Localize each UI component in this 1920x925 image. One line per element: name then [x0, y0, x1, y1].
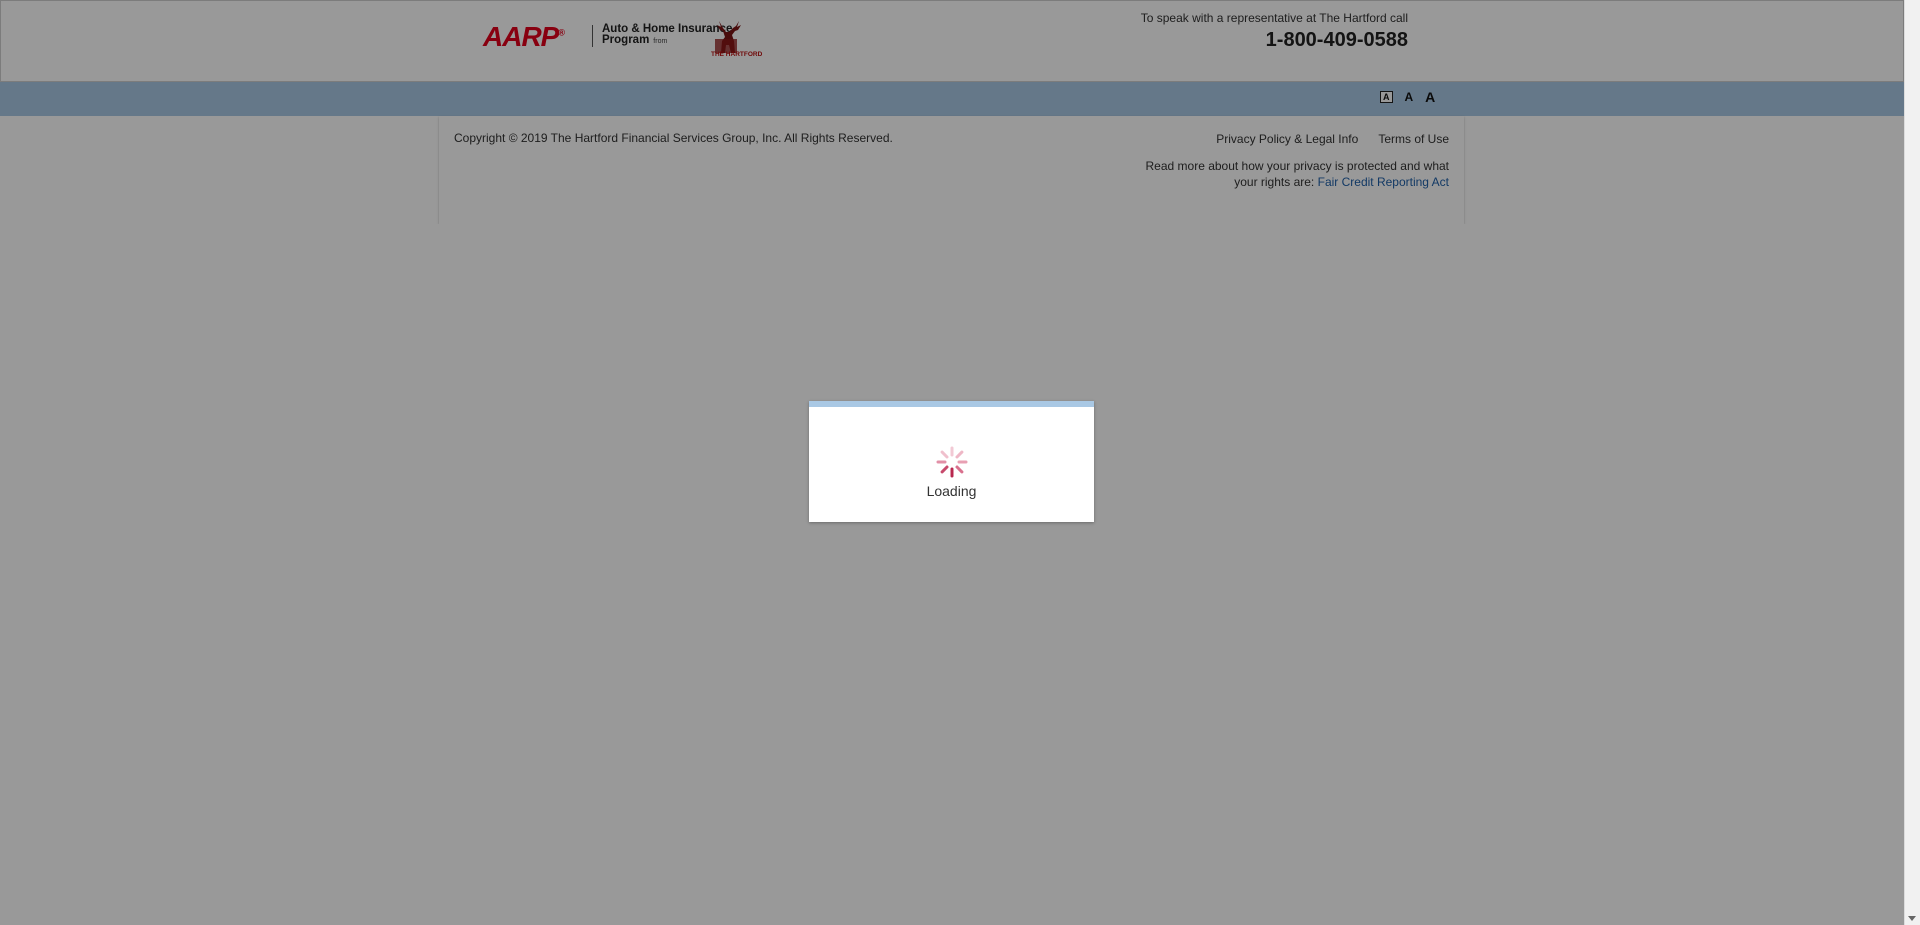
- loading-spinner-icon: [936, 446, 968, 478]
- loading-text: Loading: [926, 483, 977, 499]
- scroll-down-icon[interactable]: [1908, 916, 1916, 921]
- vertical-scrollbar[interactable]: [1904, 0, 1920, 925]
- loading-dialog: Loading: [809, 401, 1094, 522]
